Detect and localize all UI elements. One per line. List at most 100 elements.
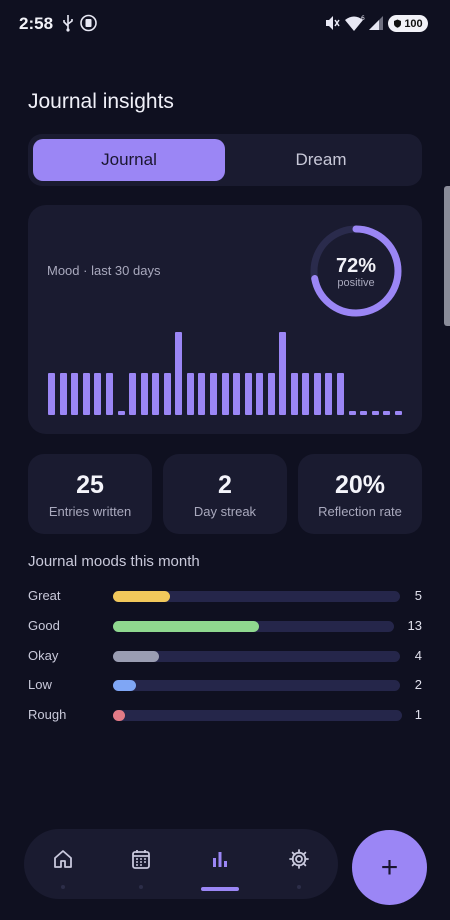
nav-dot: [139, 885, 143, 889]
sim-card-icon: [80, 14, 97, 32]
mood-fill: [113, 591, 171, 602]
status-time: 2:58: [19, 14, 54, 33]
nav-dot: [297, 885, 301, 889]
home-icon: [54, 850, 72, 868]
mood-bar: [198, 373, 206, 415]
mood-bar: [152, 373, 160, 415]
nav-settings[interactable]: [260, 829, 338, 899]
mood-track: [113, 621, 394, 632]
mood-bar: [175, 331, 183, 415]
stat-streak-label: Day streak: [193, 504, 257, 519]
nav-home[interactable]: [24, 829, 102, 899]
stat-entries-label: Entries written: [48, 504, 132, 519]
mute-icon: [326, 16, 340, 30]
nav-calendar[interactable]: [102, 829, 180, 899]
mood-count: 2: [414, 677, 422, 692]
stat-entries: 25 Entries written: [28, 454, 152, 534]
mood-bar: [371, 410, 379, 415]
mood-bar: [394, 410, 402, 415]
mood-fill: [113, 621, 260, 632]
tab-dream[interactable]: Dream: [225, 139, 417, 181]
mood-bar: [313, 373, 321, 415]
mood-track: [113, 680, 400, 691]
signal-icon: [369, 16, 383, 30]
page-title: Journal insights: [28, 90, 174, 113]
mood-name: Okay: [28, 648, 59, 663]
mood-count: 4: [414, 648, 422, 663]
mood-bar: [117, 410, 125, 415]
battery-indicator: 100: [388, 15, 428, 32]
mood-row-low: Low 2: [28, 675, 422, 695]
mood-bar: [106, 373, 114, 415]
mood-bar: [59, 373, 67, 415]
mood-row-good: Good 13: [28, 616, 422, 636]
mood-bar: [129, 373, 137, 415]
mood-count: 13: [407, 618, 422, 633]
mood-bar: [336, 373, 344, 415]
mood-bar: [302, 373, 310, 415]
moods-section-title: Journal moods this month: [28, 553, 200, 570]
status-bar: 2:58 6 100: [0, 0, 450, 46]
stat-reflection: 20% Reflection rate: [298, 454, 422, 534]
calendar-icon: [132, 850, 150, 869]
mood-bar: [267, 373, 275, 415]
gear-icon: [289, 849, 309, 869]
stat-reflection-value: 20%: [334, 471, 386, 499]
mood-bar-chart: [46, 325, 404, 415]
mood-bar: [244, 373, 252, 415]
mood-bar: [383, 410, 391, 415]
positive-percent: 72%: [335, 255, 377, 277]
mood-track: [113, 651, 400, 662]
add-entry-button[interactable]: +: [352, 830, 427, 905]
stat-entries-value: 25: [76, 471, 104, 499]
nav-dot: [61, 885, 65, 889]
wifi-icon: 6: [345, 15, 365, 31]
mood-bar: [290, 373, 298, 415]
mood-bar: [221, 373, 229, 415]
bar-chart-icon: [213, 852, 227, 867]
mood-count: 5: [414, 588, 422, 603]
mood-row-great: Great 5: [28, 586, 422, 606]
mood-bar: [209, 373, 217, 415]
svg-text:6: 6: [361, 15, 365, 22]
mood-bar: [348, 410, 356, 415]
stat-reflection-label: Reflection rate: [318, 504, 402, 519]
stat-streak-value: 2: [218, 471, 232, 499]
mood-bar: [279, 331, 287, 415]
mood-name: Good: [28, 618, 60, 633]
mood-row-rough: Rough 1: [28, 705, 422, 725]
mood-fill: [113, 651, 159, 662]
shield-icon: [394, 19, 402, 28]
usb-icon: [63, 15, 73, 32]
mood-bar: [360, 410, 368, 415]
mood-bar: [233, 373, 241, 415]
mood-name: Great: [28, 588, 61, 603]
nav-insights[interactable]: [181, 829, 259, 899]
positive-label: positive: [337, 277, 375, 289]
mood-fill: [113, 680, 136, 691]
mood-track: [113, 591, 400, 602]
mood-count: 1: [414, 707, 422, 722]
stat-streak: 2 Day streak: [163, 454, 287, 534]
mood-name: Low: [28, 677, 52, 692]
mood-chart-label: Mood · last 30 days: [47, 263, 161, 278]
journal-type-tabs: Journal Dream: [28, 134, 422, 186]
mood-row-okay: Okay 4: [28, 646, 422, 666]
mood-fill: [113, 710, 125, 721]
mood-bar: [48, 373, 56, 415]
nav-active-indicator: [201, 887, 239, 891]
mood-bar: [325, 373, 333, 415]
mood-bar: [94, 373, 102, 415]
scroll-indicator[interactable]: [444, 186, 450, 326]
mood-card: Mood · last 30 days 72% positive: [28, 205, 422, 434]
mood-track: [113, 710, 402, 721]
mood-bar: [186, 373, 194, 415]
mood-name: Rough: [28, 707, 67, 722]
mood-bar: [140, 373, 148, 415]
tab-journal[interactable]: Journal: [33, 139, 225, 181]
mood-bar: [163, 373, 171, 415]
mood-bar: [256, 373, 264, 415]
battery-level: 100: [404, 17, 423, 30]
bottom-nav: [24, 829, 338, 899]
mood-bar: [71, 373, 79, 415]
